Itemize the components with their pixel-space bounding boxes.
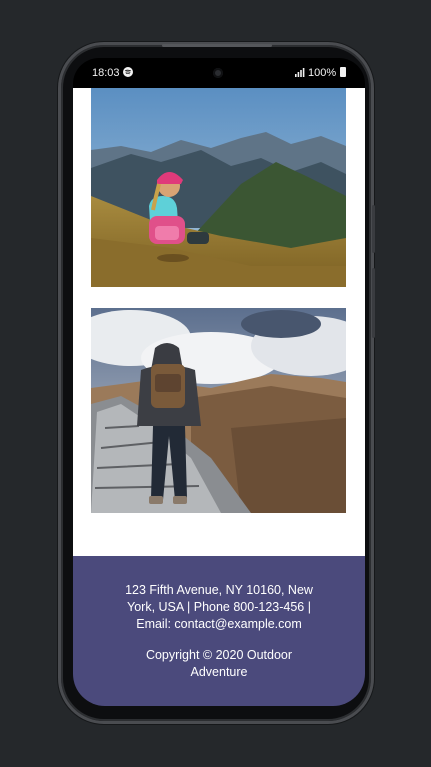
site-footer: 123 Fifth Avenue, NY 10160, New York, US… [73,556,365,706]
status-bar: 18:03 100% [73,58,365,88]
battery-percentage: 100% [308,67,337,79]
girl-on-mountain-photo[interactable] [91,88,346,287]
battery-icon [340,67,346,77]
footer-contact-info: 123 Fifth Avenue, NY 10160, New York, US… [125,583,313,631]
footer-copyright: Copyright © 2020 Outdoor Adventure [145,648,293,679]
camera-icon [213,68,223,78]
signal-icon [295,68,305,77]
volume-button [372,268,375,338]
power-button [372,205,375,253]
spotify-icon [123,67,133,77]
page-content[interactable] [73,88,365,556]
speaker-grille [162,44,272,47]
phone-screen: 18:03 100% 123 Fifth Avenue, NY 10160, N… [73,58,365,706]
status-time: 18:03 [92,67,120,79]
hiker-on-rocky-ridge-photo[interactable] [91,308,346,513]
